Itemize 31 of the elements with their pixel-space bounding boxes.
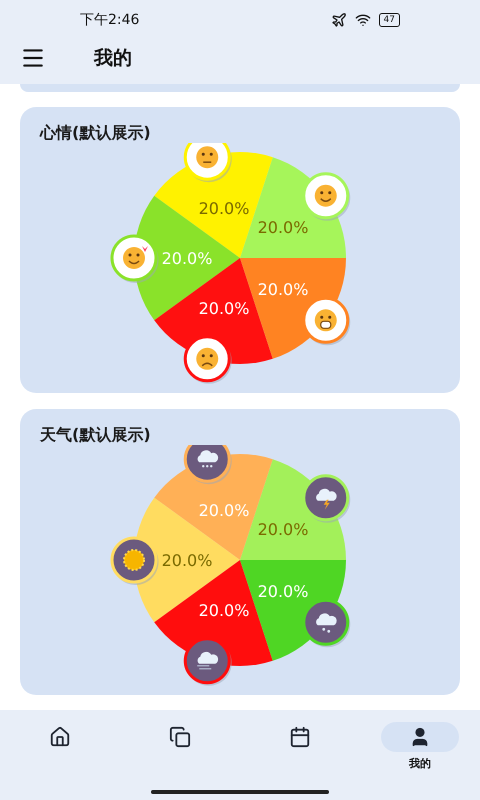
- battery-indicator: 47: [378, 13, 400, 27]
- slice-label: 20.0%: [258, 520, 308, 539]
- slice-label: 20.0%: [162, 249, 212, 268]
- status-time: 下午2:46: [80, 10, 140, 30]
- emoji-icon: [196, 348, 218, 370]
- cloud-icon: [316, 613, 337, 633]
- wifi-icon: [354, 12, 371, 28]
- cloud-icon: [196, 652, 218, 670]
- copy-icon: [169, 726, 191, 748]
- airplane-icon: [330, 12, 347, 28]
- cloud-icon: [316, 488, 337, 510]
- slice-label: 20.0%: [258, 280, 308, 299]
- slice-label: 20.0%: [198, 199, 250, 218]
- slice-label: 20.0%: [258, 218, 308, 237]
- page-title: 我的: [94, 46, 132, 71]
- home-icon: [49, 726, 71, 748]
- slice-label: 20.0%: [198, 299, 250, 318]
- card-title: 天气(默认展示): [38, 425, 152, 445]
- cloud-icon: [198, 450, 218, 468]
- marker-ring: [184, 445, 231, 483]
- emoji-icon: [123, 246, 148, 269]
- slice-label: 20.0%: [258, 582, 308, 601]
- slice-label: 20.0%: [198, 601, 250, 620]
- slice-label: 20.0%: [198, 501, 250, 520]
- slice-label: 20.0%: [162, 551, 212, 570]
- emoji-icon: [314, 184, 337, 207]
- sun-icon: [123, 549, 145, 571]
- emoji-icon: [196, 146, 218, 168]
- calendar-icon: [289, 726, 311, 748]
- card-title: 心情(默认展示): [38, 123, 152, 143]
- emoji-icon: [314, 309, 337, 332]
